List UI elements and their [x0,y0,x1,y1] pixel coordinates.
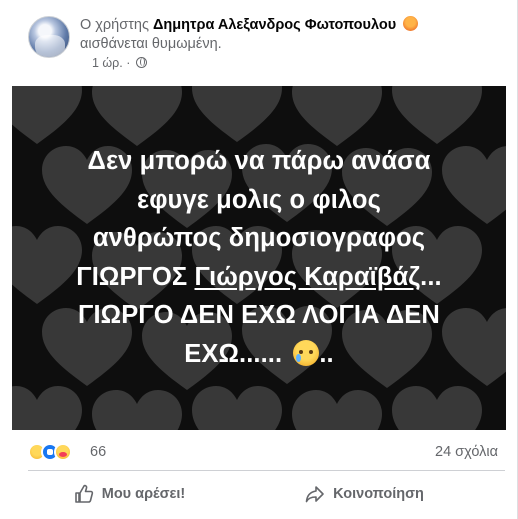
caption-line-1: Δεν μπορώ να πάρω ανάσα [87,147,431,175]
caption-line-4: ΓΙΩΡΓΟΣ Γιώργος Καραϊβάζ... [12,258,506,297]
facebook-post: Ο χρήστης Δημητρα Αλεξανδρος Φωτοπουλου … [0,0,518,519]
caption-line-3: ανθρώπος δημοσιογραφος [92,224,426,252]
angry-face-icon [403,16,419,31]
like-label: Μου αρέσει! [101,486,186,502]
author-avatar[interactable] [28,16,70,58]
caption-line-6-text: ΕΧΩ...... [184,339,283,368]
post-header: Ο χρήστης Δημητρα Αλεξανδρος Φωτοπουλου … [16,14,501,74]
share-button[interactable]: Κοινοποίηση [247,476,482,512]
author-name-link[interactable]: Δημητρα Αλεξανδρος Φωτοπουλου [153,17,396,33]
tagged-person-link[interactable]: Γιώργος Καραϊβάζ [195,263,421,291]
post-headline: Ο χρήστης Δημητρα Αλεξανδρος Φωτοπουλου … [80,16,501,54]
reaction-icons[interactable] [28,443,84,461]
author-prefix: Ο χρήστης [80,17,149,33]
caption-line-6: ΕΧΩ...... .. [12,335,506,374]
thumbs-up-icon [74,484,93,503]
reactions-bar: 66 24 σχόλια [28,441,498,463]
like-button[interactable]: Μου αρέσει! [12,476,247,512]
timestamp-link[interactable]: 1 ώρ. · [92,56,130,70]
caption-line-4-prefix: ΓΙΩΡΓΟΣ [76,262,188,291]
reaction-count[interactable]: 66 [90,444,106,460]
post-actions: Μου αρέσει! Κοινοποίηση [12,476,505,514]
globe-icon[interactable] [135,57,147,68]
post-meta: 1 ώρ. · [92,56,147,70]
image-caption: Δεν μπορώ να πάρω ανάσα εφυγε μολις ο φι… [12,142,506,373]
caption-line-5: ΓΙΩΡΓΟ ΔΕΝ ΕΧΩ ΛΟΓΙΑ ΔΕΝ [78,301,440,329]
crying-face-icon [293,339,320,366]
share-arrow-icon [305,486,324,503]
caption-line-2: εφυγε μολις ο φιλος [137,185,381,214]
share-label: Κοινοποίηση [333,486,424,502]
caption-line-4-suffix: ... [420,262,442,291]
comments-count[interactable]: 24 σχόλια [435,444,498,460]
caption-line-6-suffix: .. [319,339,334,368]
post-image[interactable]: Δεν μπορώ να πάρω ανάσα εφυγε μολις ο φι… [12,86,506,430]
feeling-text: αισθάνεται θυμωμένη. [80,36,222,52]
care-reaction-icon [54,443,72,461]
actions-divider [28,470,505,471]
